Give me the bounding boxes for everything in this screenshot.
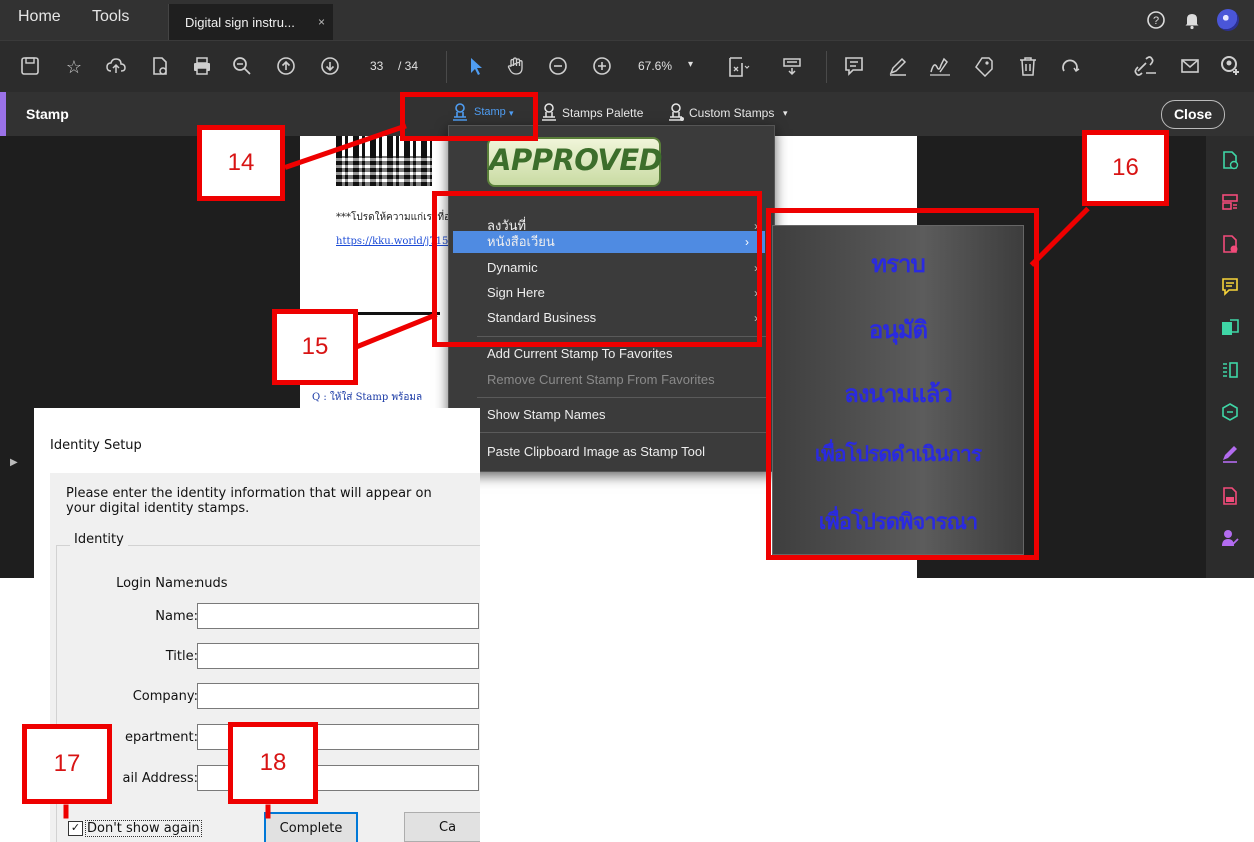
menu-divider: [477, 397, 769, 398]
email-icon[interactable]: [1178, 55, 1202, 79]
company-input[interactable]: [197, 683, 479, 709]
hand-tool-icon[interactable]: [504, 55, 528, 79]
annotation-box-14: [400, 92, 538, 141]
custom-stamps-icon: [669, 103, 684, 121]
zoom-dropdown-icon[interactable]: ▾: [688, 59, 693, 70]
file-share-icon[interactable]: [148, 55, 172, 79]
print-icon[interactable]: [190, 55, 214, 79]
document-tab-title: Digital sign instru...: [185, 15, 295, 30]
link-sign-icon[interactable]: [1134, 55, 1158, 79]
email-label: ail Address:: [122, 771, 198, 786]
menu-item-remove-favorites: Remove Current Stamp From Favorites: [449, 369, 774, 391]
annotation-label-17: 17: [22, 724, 112, 804]
annotation-label-16: 16: [1082, 130, 1169, 206]
approved-stamp-preview[interactable]: APPROVED: [487, 137, 663, 187]
zoom-out-icon[interactable]: [546, 55, 570, 79]
dont-show-again-checkbox[interactable]: ✓: [68, 821, 83, 836]
comment-tool-icon[interactable]: [1220, 276, 1240, 296]
page-down-icon[interactable]: [318, 55, 342, 79]
user-avatar[interactable]: [1217, 9, 1239, 31]
sign-icon[interactable]: [928, 55, 952, 79]
annotation-arrow: [265, 804, 271, 819]
expand-panel-icon[interactable]: ▶: [10, 457, 18, 468]
page-total: / 34: [398, 59, 419, 73]
scroll-mode-icon[interactable]: [780, 55, 804, 79]
annotation-arrow: [63, 804, 69, 819]
zoom-level-select[interactable]: 67.6%: [638, 59, 672, 73]
custom-stamps-button[interactable]: Custom Stamps: [689, 106, 774, 120]
create-pdf-icon[interactable]: [1220, 150, 1240, 170]
company-label: Company:: [132, 689, 198, 704]
bell-icon[interactable]: [1182, 10, 1202, 30]
annotation-label-14: 14: [197, 125, 285, 201]
add-user-icon[interactable]: [1218, 55, 1242, 79]
comment-icon[interactable]: [842, 55, 866, 79]
cancel-button[interactable]: Ca: [404, 812, 480, 842]
menu-item-label: Remove Current Stamp From Favorites: [487, 372, 715, 387]
top-menu-bar: Home Tools Digital sign instru... × ?: [0, 0, 1254, 40]
rotate-icon[interactable]: [1058, 55, 1082, 79]
dialog-title: Identity Setup: [50, 438, 142, 453]
menu-item-show-stamp-names[interactable]: Show Stamp Names: [449, 404, 774, 426]
page-number-input[interactable]: 33: [370, 59, 383, 73]
annotation-box-15: [432, 191, 762, 347]
menu-home[interactable]: Home: [18, 8, 61, 26]
request-signature-icon[interactable]: [1220, 528, 1240, 548]
right-tool-rail: [1206, 136, 1254, 578]
save-icon[interactable]: [18, 55, 42, 79]
title-input[interactable]: [197, 643, 479, 669]
document-tab[interactable]: Digital sign instru... ×: [168, 4, 333, 40]
organize-pages-icon[interactable]: [1220, 192, 1240, 212]
department-label: epartment:: [124, 730, 198, 745]
zoom-search-icon[interactable]: [230, 55, 254, 79]
identity-legend: Identity: [70, 532, 128, 547]
main-toolbar: ☆ 33 / 34 67.6% ▾: [0, 40, 1254, 93]
menu-item-label: Paste Clipboard Image as Stamp Tool: [487, 444, 705, 459]
complete-button[interactable]: Complete: [264, 812, 358, 842]
name-label: Name:: [155, 609, 198, 624]
select-arrow-icon[interactable]: [464, 55, 488, 79]
close-stamp-toolbar-button[interactable]: Close: [1161, 100, 1225, 129]
zoom-in-icon[interactable]: [590, 55, 614, 79]
menu-item-label: Show Stamp Names: [487, 407, 606, 422]
page-question: Q : ให้ใส่ Stamp พร้อมล: [312, 392, 423, 403]
annotation-label-18: 18: [228, 722, 318, 804]
star-icon[interactable]: ☆: [62, 55, 86, 79]
edit-pdf-icon[interactable]: [1220, 486, 1240, 506]
protect-pdf-icon[interactable]: [1220, 402, 1240, 422]
menu-item-paste-clipboard[interactable]: Paste Clipboard Image as Stamp Tool: [449, 441, 774, 463]
stamp-tag-icon[interactable]: [972, 55, 996, 79]
annotation-box-16: [766, 208, 1039, 560]
page-up-icon[interactable]: [274, 55, 298, 79]
cloud-upload-icon[interactable]: [104, 55, 128, 79]
toolbar-divider: [446, 51, 447, 83]
export-pdf-icon[interactable]: [1220, 318, 1240, 338]
dialog-intro-text: Please enter the identity information th…: [66, 486, 432, 516]
highlight-pen-icon[interactable]: [886, 55, 910, 79]
name-input[interactable]: [197, 603, 479, 629]
title-label: Title:: [165, 649, 198, 664]
page-fit-icon[interactable]: [726, 55, 750, 79]
login-name-label: Login Name:: [116, 576, 198, 591]
svg-text:?: ?: [1153, 15, 1159, 27]
stamp-toolbar-accent: [0, 92, 6, 136]
toolbar-divider: [826, 51, 827, 83]
dont-show-again-label[interactable]: Don't show again: [85, 820, 202, 837]
close-tab-icon[interactable]: ×: [318, 15, 325, 29]
delete-icon[interactable]: [1016, 55, 1040, 79]
help-icon[interactable]: ?: [1146, 10, 1166, 30]
qr-code-overlay: [336, 156, 432, 186]
compress-pdf-icon[interactable]: [1220, 360, 1240, 380]
annotation-label-15: 15: [272, 309, 358, 385]
menu-tools[interactable]: Tools: [92, 8, 129, 26]
menu-divider: [477, 432, 769, 433]
stamps-palette-button[interactable]: Stamps Palette: [562, 106, 643, 120]
combine-files-icon[interactable]: [1220, 234, 1240, 254]
custom-stamps-chevron-icon[interactable]: ▾: [783, 108, 788, 119]
stamp-toolbar-title: Stamp: [26, 106, 69, 122]
fill-sign-icon[interactable]: [1220, 444, 1240, 464]
login-name-value: nuds: [196, 576, 228, 591]
approved-stamp-text: APPROVED: [489, 143, 663, 177]
stamps-palette-icon: [542, 103, 556, 121]
